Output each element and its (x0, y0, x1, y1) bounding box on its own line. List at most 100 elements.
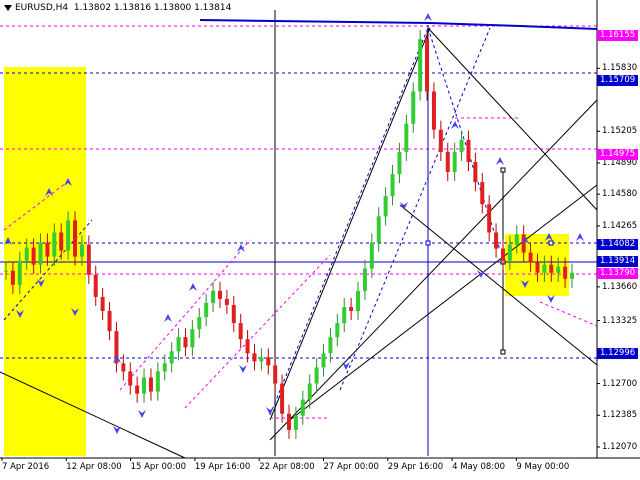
candle-body (369, 242, 374, 269)
candle-body (52, 232, 57, 257)
candle-body (494, 232, 499, 249)
chart-plot-area (0, 0, 597, 458)
price-tag: 1.16155 (597, 30, 638, 42)
candle-body (17, 260, 22, 285)
marker-square (500, 349, 506, 355)
candle-body (86, 244, 91, 275)
candle-body (273, 365, 278, 384)
candle-body (362, 268, 367, 291)
candle-body (31, 247, 36, 265)
candle-body (335, 323, 340, 338)
candle-body (397, 151, 402, 175)
x-tick-label: 7 Apr 2016 (2, 462, 50, 472)
candle-body (300, 399, 305, 416)
candle-body (169, 351, 174, 364)
candle-body (266, 357, 271, 366)
candle-body (563, 266, 568, 279)
price-tag: 1.14082 (597, 238, 638, 250)
candle-body (79, 244, 84, 257)
candle-body (487, 204, 492, 233)
candle-body (280, 383, 285, 414)
candle-body (197, 317, 202, 330)
x-tick-label: 15 Apr 00:00 (130, 462, 187, 472)
candle-body (480, 182, 485, 205)
candle-body (376, 216, 381, 243)
candle-body (328, 337, 333, 354)
candle-body (473, 161, 478, 183)
price-tag: 1.12996 (597, 348, 638, 360)
candle-body (500, 248, 505, 261)
candle-body (224, 298, 229, 305)
y-tick-label: 1.12385 (602, 410, 638, 421)
candle-body (107, 311, 112, 332)
x-tick-label: 22 Apr 08:00 (259, 462, 315, 472)
candle-body (121, 363, 126, 372)
chart-header: EURUSD,H4 1.13802 1.13816 1.13800 1.1381… (4, 3, 231, 13)
candle-body (66, 220, 71, 251)
candle-body (93, 274, 98, 297)
price-tag: 1.13790 (597, 268, 638, 280)
candle-body (411, 91, 416, 124)
y-tick-label: 1.12700 (602, 378, 638, 389)
candle-body (128, 371, 133, 386)
candle-body (459, 139, 464, 152)
price-tag: 1.14975 (597, 148, 638, 160)
symbol-timeframe: EURUSD,H4 (15, 3, 69, 13)
candle-body (4, 270, 8, 272)
candle-body (231, 304, 236, 324)
candle-body (73, 220, 78, 257)
candle-body (314, 367, 319, 384)
x-tick-label: 29 Apr 16:00 (387, 462, 444, 472)
candle-body (556, 266, 561, 273)
candle-body (190, 329, 195, 348)
price-tag: 1.13914 (597, 255, 638, 267)
candle-body (321, 353, 326, 368)
y-tick-label: 1.15830 (602, 63, 638, 74)
y-tick-label: 1.14265 (602, 220, 638, 231)
marker-square (500, 167, 506, 173)
candle-body (45, 242, 50, 257)
candle-body (466, 139, 471, 162)
candle-body (135, 385, 140, 394)
candle-body (162, 363, 167, 372)
x-tick-label: 12 Apr 08:00 (66, 462, 122, 472)
candle-body (425, 39, 430, 92)
candle-body (542, 264, 547, 273)
candle-body (287, 413, 291, 430)
candle-body (431, 91, 436, 130)
ohlc-quote: 1.13802 1.13816 1.13800 1.13814 (73, 3, 232, 13)
candle-body (259, 357, 264, 362)
candle-body (549, 264, 554, 273)
x-tick-label: 9 May 00:00 (516, 462, 570, 472)
y-tick-label: 1.13325 (602, 315, 638, 326)
candle-body (142, 377, 147, 394)
candle-body (10, 270, 15, 285)
candle-body (528, 252, 533, 263)
x-tick-label: 19 Apr 16:00 (194, 462, 251, 472)
candle-body (356, 290, 361, 312)
marker-square (548, 240, 554, 246)
candle-body (383, 196, 388, 217)
dropdown-triangle-icon[interactable] (4, 4, 12, 11)
price-tag: 1.15709 (597, 74, 638, 86)
candle-body (38, 242, 43, 265)
candle-body (535, 262, 540, 273)
candle-body (452, 151, 457, 173)
candle-body (293, 415, 298, 430)
y-tick-label: 1.13660 (602, 281, 638, 292)
price-chart[interactable] (0, 0, 640, 480)
candle-body (183, 337, 188, 348)
candle-body (217, 290, 222, 299)
candle-body (245, 339, 250, 354)
candle-body (390, 174, 395, 197)
y-tick-label: 1.12070 (602, 441, 638, 452)
candle-body (176, 337, 181, 352)
candle-body (204, 302, 209, 318)
candle-body (507, 244, 512, 261)
candle-body (24, 247, 29, 261)
candle-body (148, 377, 153, 392)
candle-body (211, 290, 216, 303)
candle-body (155, 371, 160, 392)
candle-body (342, 306, 347, 324)
candle-body (438, 129, 443, 152)
